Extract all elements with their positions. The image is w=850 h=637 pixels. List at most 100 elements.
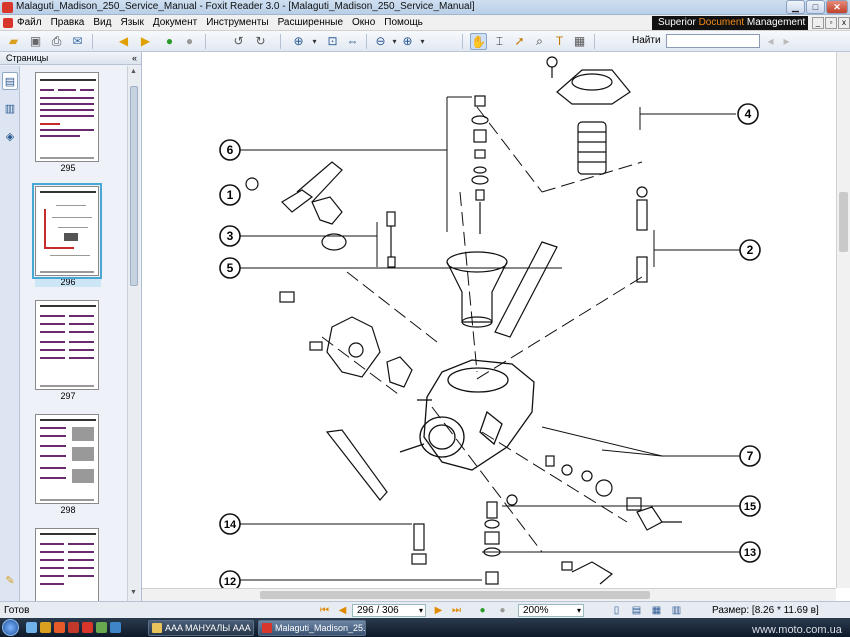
pages-tab-icon[interactable]: ▤ bbox=[2, 72, 18, 90]
single-page-icon[interactable]: ▯ bbox=[610, 604, 623, 617]
page-thumbnail-active[interactable]: 296 bbox=[32, 183, 102, 287]
carburetor-exploded-diagram: 1 2 3 4 5 6 7 12 13 14 15 bbox=[219, 56, 761, 588]
fit-width-icon[interactable]: ⇔ bbox=[344, 33, 361, 50]
zoom-in-icon[interactable]: ⊕ bbox=[290, 33, 307, 50]
thumbnail-image bbox=[35, 72, 99, 162]
leader-lines bbox=[240, 96, 740, 581]
taskbar-foxit-label: Malaguti_Madison_25... bbox=[275, 623, 366, 633]
page-number-field[interactable]: 296 / 306 ▾ bbox=[352, 604, 426, 617]
scroll-down-icon[interactable]: ▼ bbox=[130, 589, 137, 596]
maximize-button[interactable]: □ bbox=[806, 0, 825, 14]
sidebar-tabs: ▤ ▥ ◈ ✎ bbox=[0, 66, 20, 601]
find-previous-icon[interactable]: ◂ bbox=[762, 33, 779, 50]
previous-page-icon[interactable]: ◀ bbox=[115, 33, 132, 50]
image-icon[interactable]: ▦ bbox=[571, 33, 588, 50]
menu-language[interactable]: Язык bbox=[119, 16, 144, 29]
previous-view-icon[interactable]: ● bbox=[476, 604, 489, 617]
media-icon[interactable] bbox=[68, 622, 79, 633]
find-next-icon[interactable]: ▸ bbox=[778, 33, 795, 50]
taskbar-foxit-button[interactable]: Malaguti_Madison_25... bbox=[258, 620, 366, 636]
scroll-up-icon[interactable]: ▲ bbox=[130, 68, 137, 75]
zoom-dropdown-arrow-icon[interactable]: ▾ bbox=[577, 605, 581, 616]
app-quicklaunch-icon[interactable] bbox=[110, 622, 121, 633]
zoom-level-field[interactable]: 200% ▾ bbox=[518, 604, 584, 617]
horizontal-scrollbar-thumb[interactable] bbox=[260, 591, 650, 599]
save-icon[interactable]: ▣ bbox=[27, 33, 44, 50]
menu-help[interactable]: Помощь bbox=[383, 16, 424, 29]
start-button-icon[interactable] bbox=[2, 619, 19, 636]
fit-page-icon[interactable]: ⊡ bbox=[324, 33, 341, 50]
drain-screw bbox=[411, 523, 427, 565]
toolbar-separator bbox=[366, 34, 367, 49]
pointer-icon[interactable]: ➚ bbox=[511, 33, 528, 50]
open-icon[interactable]: ▰ bbox=[5, 33, 22, 50]
page-thumbnail[interactable]: 295 bbox=[35, 72, 101, 173]
horizontal-scrollbar[interactable] bbox=[142, 588, 836, 601]
page-thumbnail[interactable]: 298 bbox=[35, 414, 101, 515]
zoom-in-dropdown-icon[interactable]: ▾ bbox=[414, 33, 431, 50]
snapshot-icon[interactable]: ⌕ bbox=[531, 33, 548, 50]
thumbnail-scrollbar[interactable]: ▲ ▼ bbox=[127, 66, 140, 601]
menu-edit[interactable]: Правка bbox=[50, 16, 86, 29]
doc-close-button[interactable]: x bbox=[838, 17, 850, 29]
app-quicklaunch-icon[interactable] bbox=[96, 622, 107, 633]
rotate-right-icon[interactable]: ↻ bbox=[252, 33, 269, 50]
top-cap bbox=[546, 56, 631, 175]
next-view-icon[interactable]: ● bbox=[496, 604, 509, 617]
close-button[interactable]: ✕ bbox=[826, 0, 848, 14]
next-page-button-icon[interactable]: ▶ bbox=[432, 604, 445, 617]
bookmarks-tab-icon[interactable]: ▥ bbox=[2, 100, 18, 118]
find-input[interactable] bbox=[666, 34, 760, 48]
callout-7-label: 7 bbox=[747, 449, 754, 463]
continuous-facing-icon[interactable]: ▥ bbox=[670, 604, 683, 617]
browser-icon[interactable] bbox=[54, 622, 65, 633]
menu-window[interactable]: Окно bbox=[351, 16, 376, 29]
show-desktop-icon[interactable] bbox=[26, 622, 37, 633]
vertical-scrollbar-thumb[interactable] bbox=[839, 192, 848, 252]
zoom-dropdown-icon[interactable]: ▾ bbox=[306, 33, 323, 50]
menu-tools[interactable]: Инструменты bbox=[205, 16, 269, 29]
next-page-icon[interactable]: ▶ bbox=[137, 33, 154, 50]
typewriter-icon[interactable]: T bbox=[551, 33, 568, 50]
pdf-icon bbox=[262, 623, 272, 633]
menu-advanced[interactable]: Расширенные bbox=[277, 16, 344, 29]
minimize-button[interactable]: ▁ bbox=[786, 0, 805, 14]
layers-tab-icon[interactable]: ◈ bbox=[2, 128, 18, 146]
doc-minimize-button[interactable]: _ bbox=[812, 17, 824, 29]
document-icon[interactable] bbox=[3, 18, 13, 28]
menu-file[interactable]: Файл bbox=[16, 16, 43, 29]
last-page-icon[interactable]: ⏭ bbox=[450, 604, 463, 617]
go-back-icon[interactable]: ● bbox=[161, 33, 178, 50]
attachments-tab-icon[interactable]: ✎ bbox=[2, 572, 18, 590]
window-title: Malaguti_Madison_250_Service_Manual - Fo… bbox=[16, 1, 475, 12]
collapse-sidebar-icon[interactable]: « bbox=[132, 52, 137, 65]
document-view[interactable]: 1 2 3 4 5 6 7 12 13 14 15 bbox=[142, 52, 850, 601]
menu-view[interactable]: Вид bbox=[92, 16, 112, 29]
first-page-icon[interactable]: ⏮ bbox=[318, 604, 331, 617]
vertical-scrollbar[interactable] bbox=[836, 52, 850, 588]
continuous-page-icon[interactable]: ▤ bbox=[630, 604, 643, 617]
foxit-quicklaunch-icon[interactable] bbox=[82, 622, 93, 633]
callout-14-label: 14 bbox=[224, 519, 237, 531]
page-thumbnail[interactable]: 299 bbox=[35, 528, 101, 601]
facing-pages-icon[interactable]: ▦ bbox=[650, 604, 663, 617]
scrollbar-thumb[interactable] bbox=[130, 86, 138, 286]
previous-page-button-icon[interactable]: ◀ bbox=[336, 604, 349, 617]
page-dropdown-icon[interactable]: ▾ bbox=[419, 605, 423, 616]
page-thumbnail[interactable]: 297 bbox=[35, 300, 101, 401]
email-icon[interactable]: ✉ bbox=[69, 33, 86, 50]
print-icon[interactable]: ⎙ bbox=[48, 33, 65, 50]
hand-tool-icon[interactable]: ✋ bbox=[470, 33, 487, 50]
brand-banner[interactable]: Superior Document Management bbox=[652, 16, 808, 30]
callout-13-label: 13 bbox=[744, 547, 756, 559]
callout-13: 13 bbox=[739, 541, 761, 563]
carburetor-body bbox=[399, 359, 535, 471]
thumbnail-image bbox=[35, 414, 99, 504]
doc-restore-button[interactable]: ▫ bbox=[825, 17, 837, 29]
menu-document[interactable]: Документ bbox=[152, 16, 198, 29]
go-forward-icon[interactable]: ● bbox=[181, 33, 198, 50]
explorer-icon[interactable] bbox=[40, 622, 51, 633]
taskbar-folder-button[interactable]: AAA МАНУАЛЫ AAA bbox=[148, 620, 254, 636]
rotate-left-icon[interactable]: ↺ bbox=[230, 33, 247, 50]
select-text-icon[interactable]: ⌶ bbox=[491, 33, 508, 50]
